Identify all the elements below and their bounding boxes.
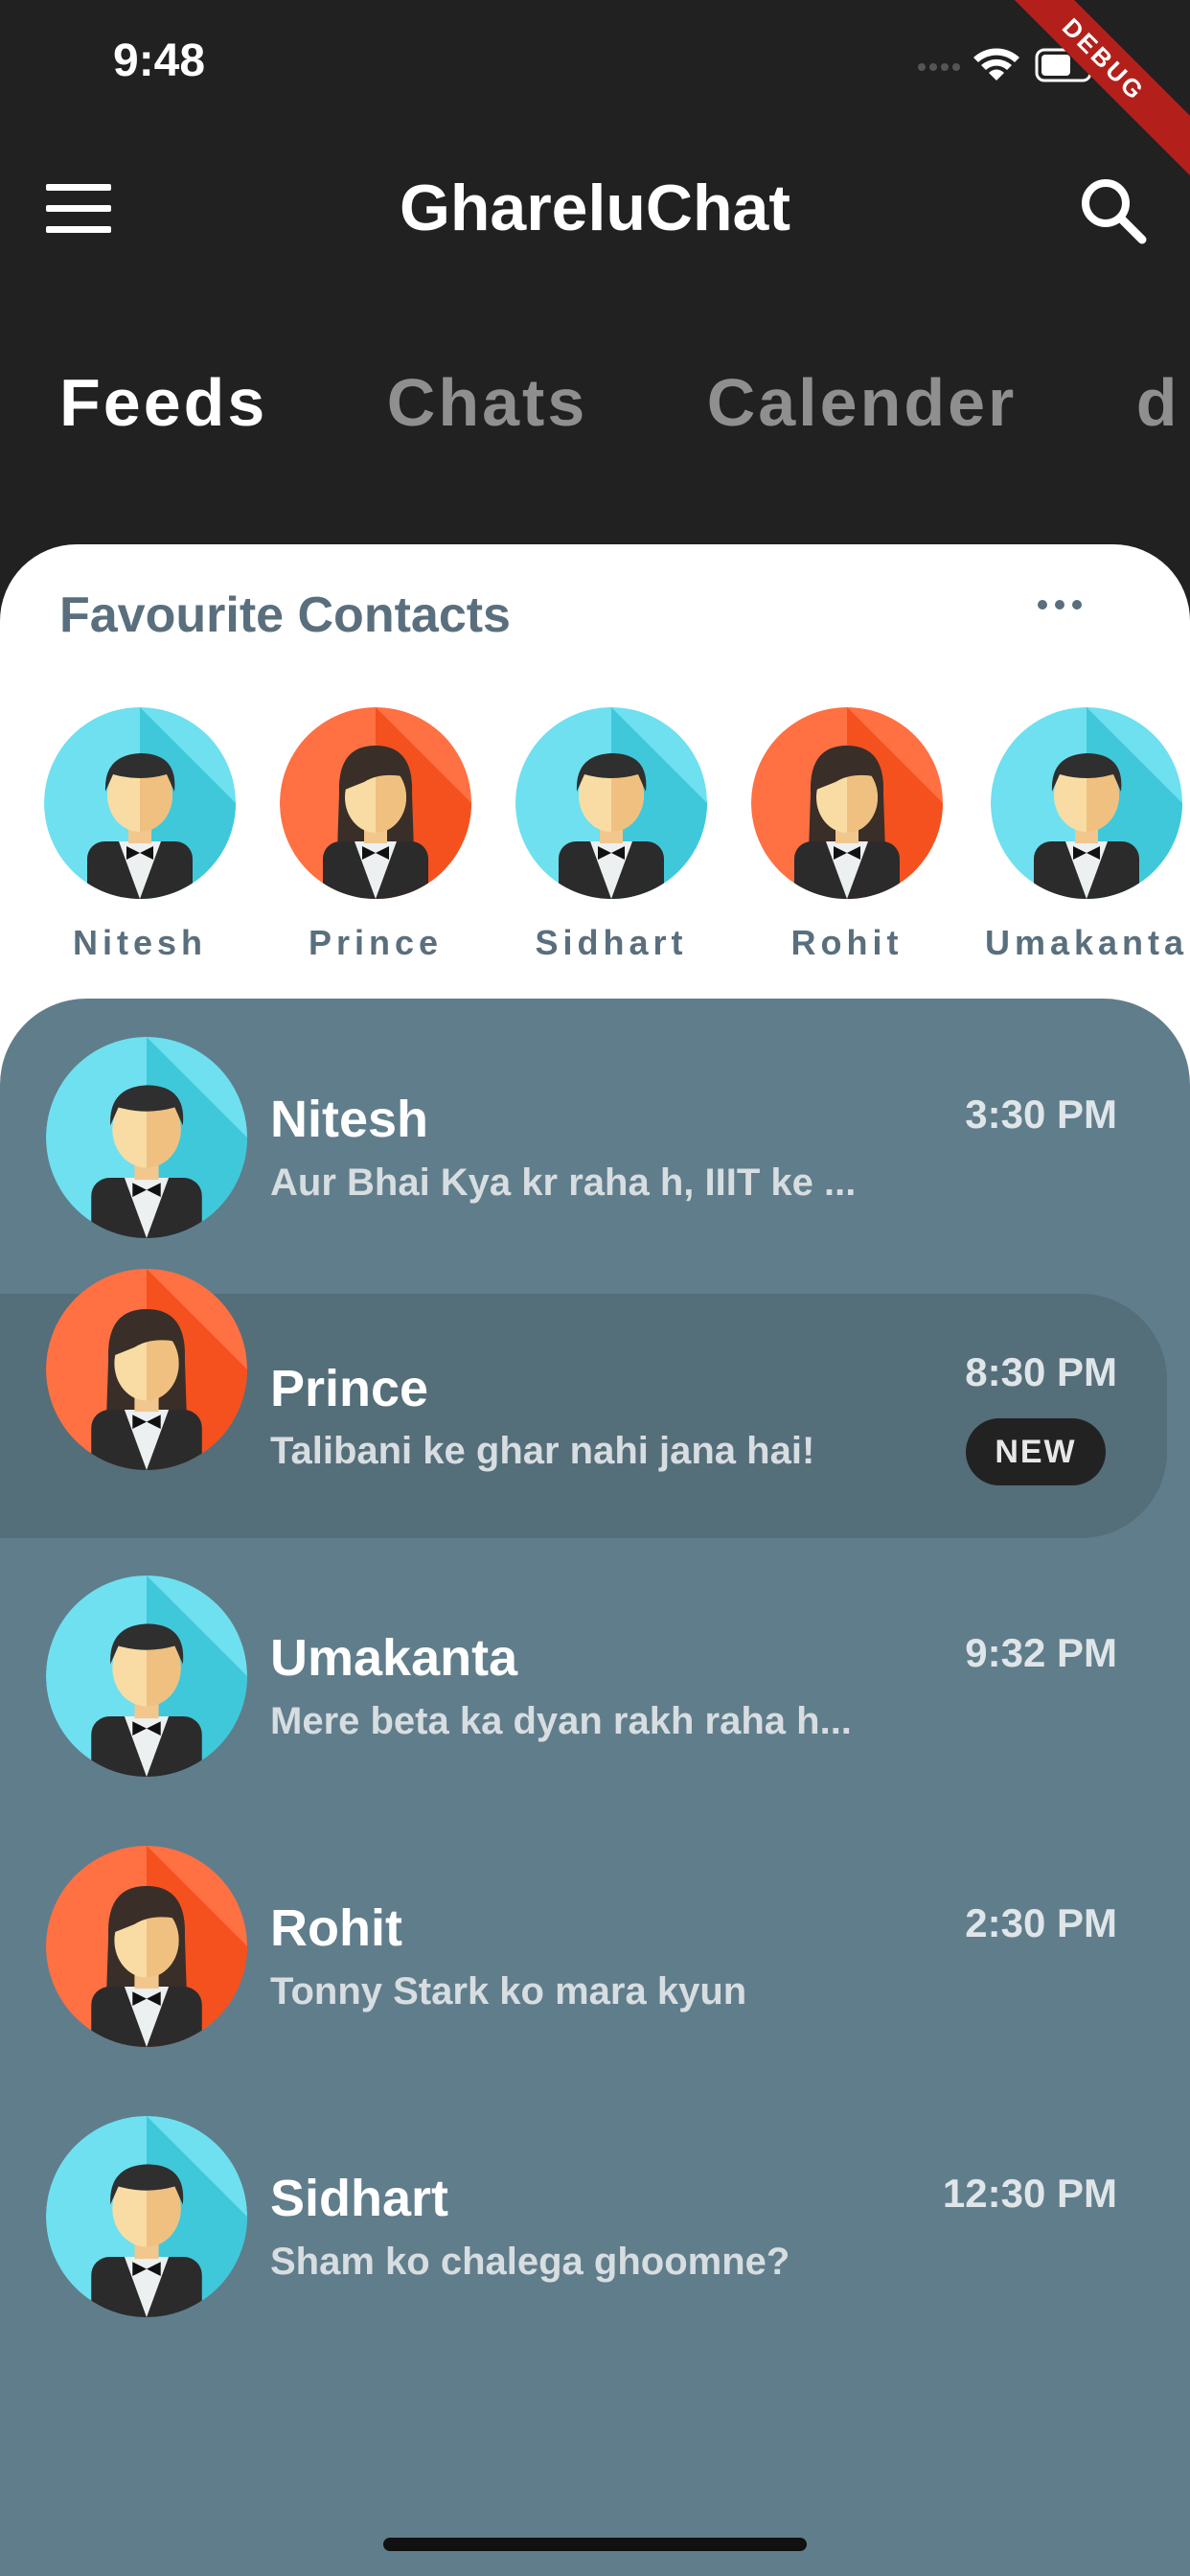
chat-time: 2:30 PM <box>965 1900 1117 1945</box>
chat-last-message: Talibani ke ghar nahi jana hai! <box>270 1430 815 1472</box>
chat-row[interactable]: Prince Talibani ke ghar nahi jana hai! 8… <box>0 1294 1167 1538</box>
chat-contact-name: Prince <box>270 1360 429 1417</box>
favourite-contact[interactable]: Umakanta <box>981 707 1190 956</box>
avatar <box>46 1576 247 1777</box>
favourite-contact[interactable]: Nitesh <box>34 707 245 956</box>
chat-time: 8:30 PM <box>965 1349 1117 1394</box>
chat-contact-name: Sidhart <box>270 2170 449 2227</box>
chat-last-message: Aur Bhai Kya kr raha h, IIIT ke ... <box>270 1162 857 1204</box>
chat-time: 3:30 PM <box>965 1092 1117 1137</box>
chat-row[interactable]: Sidhart Sham ko chalega ghoomne? 12:30 P… <box>0 2078 1190 2322</box>
more-horizontal-icon[interactable] <box>1033 590 1087 619</box>
category-tabs: Feeds Chats Calender d <box>0 364 1190 470</box>
favourite-contact-name: Nitesh <box>72 923 208 956</box>
status-time: 9:48 <box>113 35 206 86</box>
favourite-contact[interactable]: Prince <box>270 707 481 956</box>
avatar <box>280 707 471 899</box>
tab-calender[interactable]: Calender <box>707 364 1018 441</box>
favourite-contacts-list: Nitesh Prince Sidhart Rohit Umakanta <box>0 707 1190 956</box>
status-bar: 9:48 DEBUG <box>0 0 1190 176</box>
avatar <box>46 2116 247 2317</box>
tab-overflow[interactable]: d <box>1136 364 1180 441</box>
favourite-contact[interactable]: Sidhart <box>506 707 717 956</box>
avatar <box>46 1037 247 1238</box>
chat-row[interactable]: Nitesh Aur Bhai Kya kr raha h, IIIT ke .… <box>0 999 1190 1243</box>
avatar <box>46 1846 247 2047</box>
app-title: GhareluChat <box>399 172 791 244</box>
avatar <box>515 707 707 899</box>
favourite-contact[interactable]: Rohit <box>742 707 952 956</box>
chat-last-message: Sham ko chalega ghoomne? <box>270 2241 790 2283</box>
avatar <box>46 1269 247 1470</box>
avatar <box>44 707 236 899</box>
chat-row[interactable]: Umakanta Mere beta ka dyan rakh raha h..… <box>0 1537 1190 1782</box>
favourite-contact-name: Prince <box>308 923 444 956</box>
chat-contact-name: Rohit <box>270 1899 402 1957</box>
cellular-signal-icon <box>918 63 960 71</box>
chat-contact-name: Umakanta <box>270 1629 518 1687</box>
avatar <box>991 707 1182 899</box>
chat-last-message: Tonny Stark ko mara kyun <box>270 1970 747 2012</box>
chat-list: Nitesh Aur Bhai Kya kr raha h, IIIT ke .… <box>0 999 1190 2576</box>
chat-row[interactable]: Rohit Tonny Stark ko mara kyun 2:30 PM <box>0 1807 1190 2052</box>
favourite-contacts-heading: Favourite Contacts <box>59 587 511 643</box>
new-message-badge: NEW <box>966 1418 1106 1485</box>
tab-chats[interactable]: Chats <box>387 364 587 441</box>
favourite-contact-name: Umakanta <box>984 923 1189 956</box>
home-indicator[interactable] <box>383 2538 807 2551</box>
favourite-contact-name: Rohit <box>790 923 904 956</box>
tab-feeds[interactable]: Feeds <box>59 364 267 441</box>
chat-time: 9:32 PM <box>965 1630 1117 1675</box>
app-bar: GhareluChat <box>0 134 1190 288</box>
wifi-icon <box>973 48 1019 80</box>
chat-time: 12:30 PM <box>942 2171 1117 2216</box>
chat-last-message: Mere beta ka dyan rakh raha h... <box>270 1700 852 1742</box>
favourite-contact-name: Sidhart <box>535 923 688 956</box>
avatar <box>751 707 943 899</box>
search-icon[interactable] <box>1075 172 1152 249</box>
chat-contact-name: Nitesh <box>270 1091 429 1148</box>
